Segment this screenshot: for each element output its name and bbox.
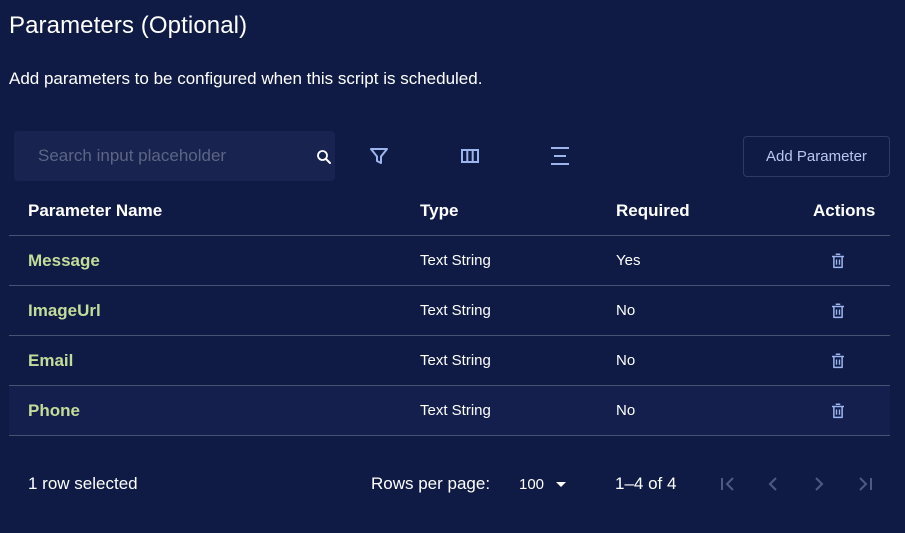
column-header-required[interactable]: Required <box>616 186 690 236</box>
rows-per-page-value: 100 <box>519 476 545 493</box>
filter-icon[interactable] <box>367 144 391 168</box>
parameter-required: No <box>616 302 636 319</box>
parameter-name: Email <box>28 351 74 370</box>
table-row[interactable]: Email Text String No <box>9 336 890 386</box>
column-header-actions: Actions <box>813 201 876 220</box>
next-page-icon[interactable] <box>807 472 831 496</box>
parameter-type: Text String <box>420 302 491 319</box>
previous-page-icon[interactable] <box>761 472 785 496</box>
column-header-name[interactable]: Parameter Name <box>28 186 162 236</box>
selected-row-count: 1 row selected <box>28 474 138 493</box>
parameter-required: Yes <box>616 252 641 269</box>
parameters-table: Parameter Name Type Required Actions Mes… <box>9 186 890 436</box>
density-icon[interactable] <box>548 144 572 168</box>
page-title: Parameters (Optional) <box>9 12 248 39</box>
delete-icon[interactable] <box>829 302 847 320</box>
table-row[interactable]: Message Text String Yes <box>9 236 890 286</box>
caret-down-icon <box>556 482 566 487</box>
parameter-name: Message <box>28 251 100 270</box>
parameter-type: Text String <box>420 402 491 419</box>
table-toolbar: Add Parameter <box>0 130 905 182</box>
delete-icon[interactable] <box>829 402 847 420</box>
columns-icon[interactable] <box>458 144 482 168</box>
pagination-range: 1–4 of 4 <box>615 474 677 493</box>
delete-icon[interactable] <box>829 252 847 270</box>
add-parameter-button[interactable]: Add Parameter <box>743 136 890 177</box>
table-row[interactable]: ImageUrl Text String No <box>9 286 890 336</box>
parameter-required: No <box>616 402 636 419</box>
table-footer: 1 row selected Rows per page: 100 1–4 of… <box>0 462 905 506</box>
last-page-icon[interactable] <box>853 472 877 496</box>
column-header-type[interactable]: Type <box>420 186 458 236</box>
parameter-type: Text String <box>420 352 491 369</box>
first-page-icon[interactable] <box>716 472 740 496</box>
parameter-name: Phone <box>28 401 80 420</box>
delete-icon[interactable] <box>829 352 847 370</box>
parameter-type: Text String <box>420 252 491 269</box>
table-row[interactable]: Phone Text String No <box>9 386 890 436</box>
search-box <box>14 131 335 181</box>
rows-per-page-select[interactable]: 100 <box>513 468 573 500</box>
search-icon[interactable] <box>315 148 333 166</box>
page-subtitle: Add parameters to be configured when thi… <box>9 69 483 88</box>
rows-per-page-label: Rows per page: <box>371 474 491 493</box>
parameter-required: No <box>616 352 636 369</box>
search-input[interactable] <box>14 131 294 181</box>
table-header-row: Parameter Name Type Required Actions <box>9 186 890 236</box>
parameter-name: ImageUrl <box>28 301 101 320</box>
